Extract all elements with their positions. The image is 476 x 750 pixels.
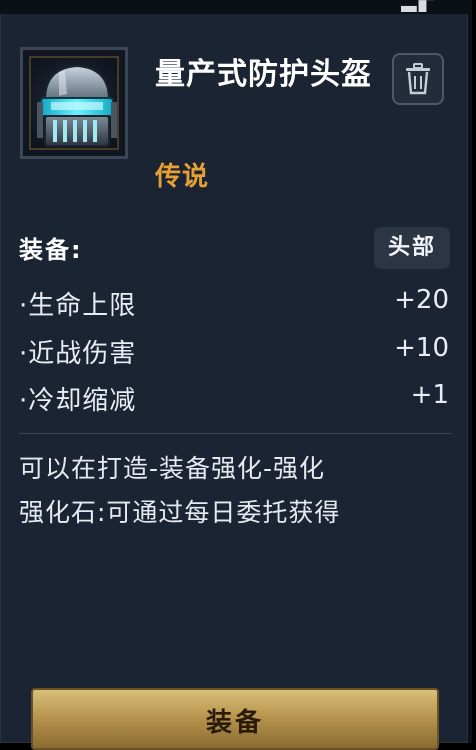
item-detail-panel: ▂▞ 量产式防护头盔 传说 装备: 头部 ·生命上限 +20 ·近战伤害 +10… — [0, 0, 472, 750]
stat-name: ·近战伤害 — [19, 339, 137, 369]
stat-row: ·冷却缩减 +1 — [19, 380, 449, 418]
equip-button-label: 装备 — [205, 708, 264, 738]
slot-badge: 头部 — [374, 227, 450, 269]
stat-value: +10 — [394, 333, 449, 363]
stat-row: ·近战伤害 +10 — [19, 333, 449, 371]
trash-icon — [406, 63, 430, 95]
top-strip: ▂▞ — [0, 0, 468, 14]
equip-button[interactable]: 装备 — [31, 688, 439, 750]
description-line: 强化石:可通过每日委托获得 — [19, 498, 341, 527]
stat-value: +20 — [394, 285, 449, 315]
equip-section-label: 装备: — [19, 236, 83, 264]
stat-name: ·生命上限 — [19, 291, 137, 321]
divider — [19, 433, 451, 434]
helmet-icon — [29, 56, 119, 150]
stat-row: ·生命上限 +20 — [19, 285, 449, 323]
description-line: 可以在打造-装备强化-强化 — [19, 454, 326, 483]
item-name: 量产式防护头盔 — [155, 57, 372, 92]
item-icon-frame — [20, 47, 128, 159]
stat-value: +1 — [410, 380, 449, 410]
rarity-label: 传说 — [155, 162, 210, 192]
top-glyph: ▂▞ — [401, 0, 436, 12]
stat-name: ·冷却缩减 — [19, 386, 137, 416]
delete-button[interactable] — [392, 53, 444, 105]
